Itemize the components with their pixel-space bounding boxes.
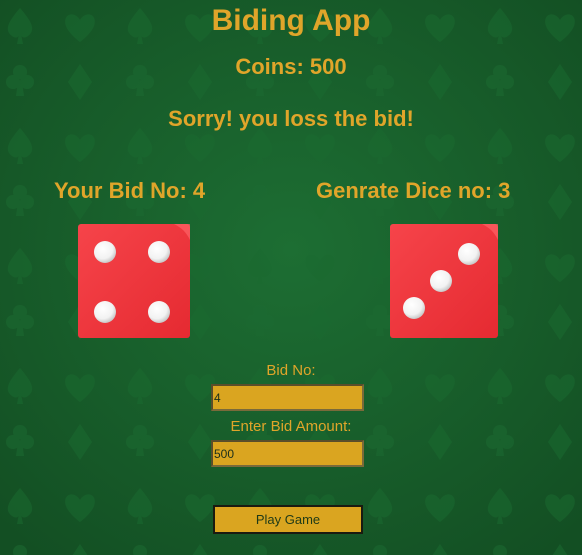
bid-no-label: Bid No:: [266, 362, 316, 379]
result-message: Sorry! you loss the bid!: [168, 106, 414, 131]
bid-amount-input[interactable]: [211, 440, 364, 467]
dice-three-icon: [390, 224, 498, 338]
bid-no-input[interactable]: [211, 384, 364, 411]
your-bid-label: Your Bid No: 4: [54, 178, 206, 203]
page-title: Biding App: [211, 4, 371, 37]
app-container: Biding App Coins: 500 Sorry! you loss th…: [0, 0, 582, 555]
bid-amount-label: Enter Bid Amount:: [230, 418, 352, 435]
dice-four-icon: [78, 224, 190, 338]
generated-dice-label: Genrate Dice no: 3: [316, 178, 511, 203]
play-game-button[interactable]: Play Game: [213, 505, 363, 534]
coins-display: Coins: 500: [235, 54, 347, 79]
